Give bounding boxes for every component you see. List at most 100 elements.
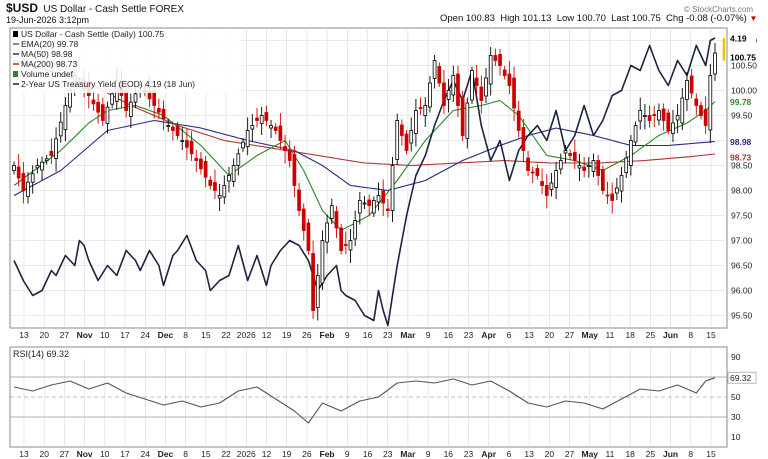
- candle-body: [428, 82, 432, 108]
- legend-item: Volume undef: [21, 69, 74, 79]
- price-tick-label: 98.00: [731, 186, 753, 196]
- x-tick-label: 6: [507, 330, 512, 340]
- candle-body: [320, 240, 325, 284]
- rsi-x-tick-label: 16: [444, 449, 454, 459]
- candle-body: [549, 182, 554, 190]
- candle-body: [689, 75, 694, 94]
- x-tick-label: Apr: [481, 330, 496, 340]
- candle-body: [451, 75, 456, 96]
- x-tick-label: 13: [19, 330, 29, 340]
- x-tick-label: 9: [345, 330, 350, 340]
- candle-body: [208, 179, 213, 186]
- candle-body: [610, 193, 615, 201]
- legend-item: US Dollar - Cash Settle (Daily) 100.75: [21, 29, 164, 39]
- candle-body: [563, 150, 568, 154]
- x-tick-label: 23: [464, 330, 474, 340]
- price-tick-label: 95.50: [731, 311, 753, 321]
- candle-body: [91, 99, 96, 105]
- rsi-x-tick-label: 10: [100, 449, 110, 459]
- candle-body: [409, 130, 414, 144]
- candle-body: [315, 275, 320, 308]
- x-tick-label: 10: [100, 330, 110, 340]
- rsi-tick-label: 30: [731, 412, 741, 422]
- candle-body: [680, 97, 685, 124]
- candle-body: [708, 75, 713, 131]
- rsi-x-tick-label: 22: [221, 449, 231, 459]
- rsi-x-tick-label: 8: [688, 449, 693, 459]
- candle-body: [301, 208, 306, 231]
- rsi-x-tick-label: Dec: [158, 449, 174, 459]
- rsi-x-tick-label: 11: [606, 449, 615, 459]
- x-tick-label: 15: [201, 330, 211, 340]
- x-tick-label: May: [581, 330, 598, 340]
- x-tick-label: Dec: [158, 330, 174, 340]
- x-tick-label: 8: [183, 330, 188, 340]
- candle-body: [484, 77, 488, 97]
- rsi-last-value-label: 69.32: [730, 373, 752, 383]
- rsi-x-tick-label: 15: [201, 449, 211, 459]
- x-tick-label: 12: [262, 330, 272, 340]
- candle-body: [105, 106, 110, 124]
- candle-body: [227, 175, 231, 182]
- candle-body: [16, 166, 21, 179]
- candle-body: [40, 161, 44, 171]
- rsi-x-tick-label: 9: [426, 449, 431, 459]
- rsi-x-tick-label: 19: [282, 449, 292, 459]
- candle-body: [311, 253, 315, 311]
- candle-body: [96, 101, 100, 113]
- ema20-last-value-badge-label: 99.78: [730, 97, 752, 107]
- candle-body: [222, 185, 227, 198]
- candle-body: [255, 117, 259, 121]
- candle-body: [666, 112, 671, 131]
- candle-body: [507, 73, 512, 86]
- candle-body: [236, 153, 241, 166]
- candle-body: [362, 202, 367, 205]
- candle-body: [63, 105, 68, 131]
- candle-body: [633, 125, 638, 143]
- rsi-x-tick-label: 24: [141, 449, 151, 459]
- x-tick-label: 26: [302, 330, 312, 340]
- candle-body: [414, 110, 418, 134]
- rsi-x-tick-label: 12: [262, 449, 272, 459]
- candle-body: [386, 208, 390, 211]
- candle-body: [12, 165, 16, 171]
- candle-body: [278, 125, 283, 141]
- candle-body: [133, 93, 138, 103]
- candle-body: [619, 175, 624, 192]
- price-tick-label: 99.50: [731, 111, 753, 121]
- candle-body: [423, 105, 428, 116]
- legend-item: MA(50) 98.98: [21, 49, 73, 59]
- candle-body: [152, 90, 157, 106]
- candle-body: [713, 52, 717, 75]
- candle-body: [171, 126, 175, 131]
- candle-body: [488, 55, 493, 85]
- x-tick-label: 24: [141, 330, 151, 340]
- candle-body: [442, 82, 446, 106]
- candle-body: [110, 93, 114, 105]
- ma200-last-value-badge-label: 98.73: [730, 153, 752, 163]
- candle-body: [591, 160, 596, 172]
- candle-body: [437, 66, 442, 84]
- candle-body: [21, 173, 26, 191]
- candle-body: [596, 160, 601, 176]
- rsi-x-tick-label: Mar: [400, 449, 416, 459]
- yield-last-value-badge-label: 4.19: [730, 34, 747, 44]
- candle-body: [100, 104, 105, 121]
- candle-body: [329, 205, 334, 219]
- candle-body: [217, 195, 222, 199]
- x-tick-label: 17: [120, 330, 130, 340]
- candle-body: [638, 110, 643, 122]
- legend-swatch: [13, 31, 18, 37]
- x-tick-label: 18: [625, 330, 635, 340]
- candle-body: [199, 158, 203, 170]
- rsi-x-tick-label: 6: [507, 449, 512, 459]
- candle-body: [516, 110, 521, 131]
- candle-body: [605, 194, 610, 197]
- x-tick-label: 20: [39, 330, 49, 340]
- candle-body: [535, 168, 540, 176]
- candle-body: [231, 165, 236, 182]
- candle-body: [166, 125, 171, 127]
- candle-body: [54, 138, 58, 159]
- candle-body: [474, 77, 479, 86]
- rsi-x-tick-label: 15: [706, 449, 716, 459]
